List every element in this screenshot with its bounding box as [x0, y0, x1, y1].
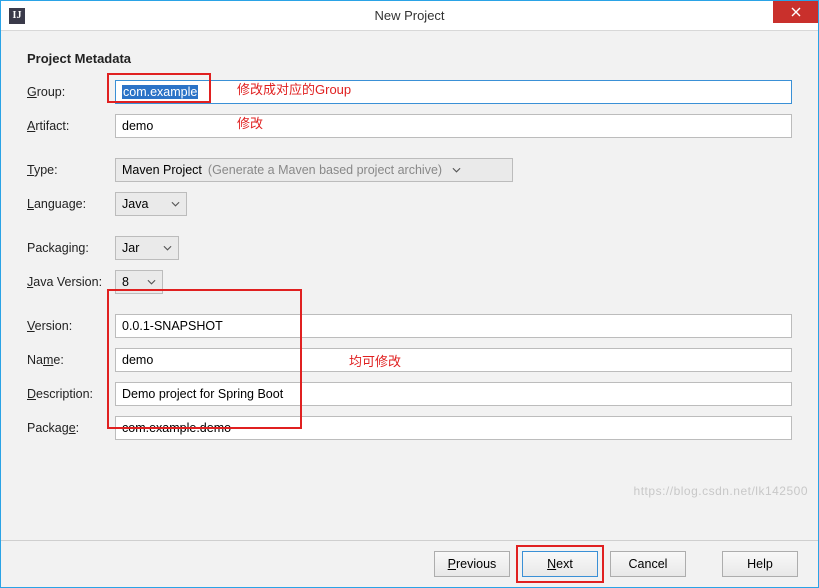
label-artifact: Artifact: [27, 119, 115, 133]
row-artifact: Artifact: demo [27, 114, 792, 138]
dialog-window: IJ New Project Project Metadata Group: c… [0, 0, 819, 588]
row-group: Group: com.example [27, 80, 792, 104]
row-description: Description: Demo project for Spring Boo… [27, 382, 792, 406]
titlebar: IJ New Project [1, 1, 818, 31]
chevron-down-icon [147, 279, 156, 285]
select-type[interactable]: Maven Project (Generate a Maven based pr… [115, 158, 513, 182]
label-description: Description: [27, 387, 115, 401]
select-type-hint: (Generate a Maven based project archive) [208, 163, 442, 177]
label-language: Language: [27, 197, 115, 211]
select-packaging-value: Jar [122, 241, 139, 255]
row-version: Version: 0.0.1-SNAPSHOT [27, 314, 792, 338]
label-name: Name: [27, 353, 115, 367]
row-package: Package: com.example.demo [27, 416, 792, 440]
label-java-version: Java Version: [27, 275, 115, 289]
input-version-value: 0.0.1-SNAPSHOT [122, 319, 223, 333]
input-artifact[interactable]: demo [115, 114, 792, 138]
row-name: Name: demo [27, 348, 792, 372]
close-button[interactable] [773, 1, 818, 23]
select-type-value: Maven Project [122, 163, 202, 177]
select-language[interactable]: Java [115, 192, 187, 216]
row-java-version: Java Version: 8 [27, 270, 792, 294]
select-java-version-value: 8 [122, 275, 129, 289]
row-type: Type: Maven Project (Generate a Maven ba… [27, 158, 792, 182]
select-java-version[interactable]: 8 [115, 270, 163, 294]
help-button[interactable]: Help [722, 551, 798, 577]
row-language: Language: Java [27, 192, 792, 216]
input-group[interactable]: com.example [115, 80, 792, 104]
window-title: New Project [1, 8, 818, 23]
input-package-value: com.example.demo [122, 421, 231, 435]
row-packaging: Packaging: Jar [27, 236, 792, 260]
chevron-down-icon [163, 245, 172, 251]
input-description[interactable]: Demo project for Spring Boot [115, 382, 792, 406]
input-artifact-value: demo [122, 119, 153, 133]
footer: Previous Next Cancel Help [1, 540, 818, 587]
next-button[interactable]: Next [522, 551, 598, 577]
label-type: Type: [27, 163, 115, 177]
content-pane: Project Metadata Group: com.example Arti… [1, 31, 818, 540]
cancel-button[interactable]: Cancel [610, 551, 686, 577]
input-name[interactable]: demo [115, 348, 792, 372]
input-group-value: com.example [122, 85, 198, 99]
label-packaging: Packaging: [27, 241, 115, 255]
input-version[interactable]: 0.0.1-SNAPSHOT [115, 314, 792, 338]
app-icon: IJ [9, 8, 25, 24]
select-packaging[interactable]: Jar [115, 236, 179, 260]
chevron-down-icon [171, 201, 180, 207]
previous-button[interactable]: Previous [434, 551, 510, 577]
input-name-value: demo [122, 353, 153, 367]
input-description-value: Demo project for Spring Boot [122, 387, 283, 401]
label-group: Group: [27, 85, 115, 99]
close-icon [791, 7, 801, 17]
select-language-value: Java [122, 197, 148, 211]
label-package: Package: [27, 421, 115, 435]
input-package[interactable]: com.example.demo [115, 416, 792, 440]
label-version: Version: [27, 319, 115, 333]
watermark: https://blog.csdn.net/lk142500 [634, 484, 808, 498]
section-heading: Project Metadata [27, 51, 792, 66]
chevron-down-icon [452, 167, 461, 173]
